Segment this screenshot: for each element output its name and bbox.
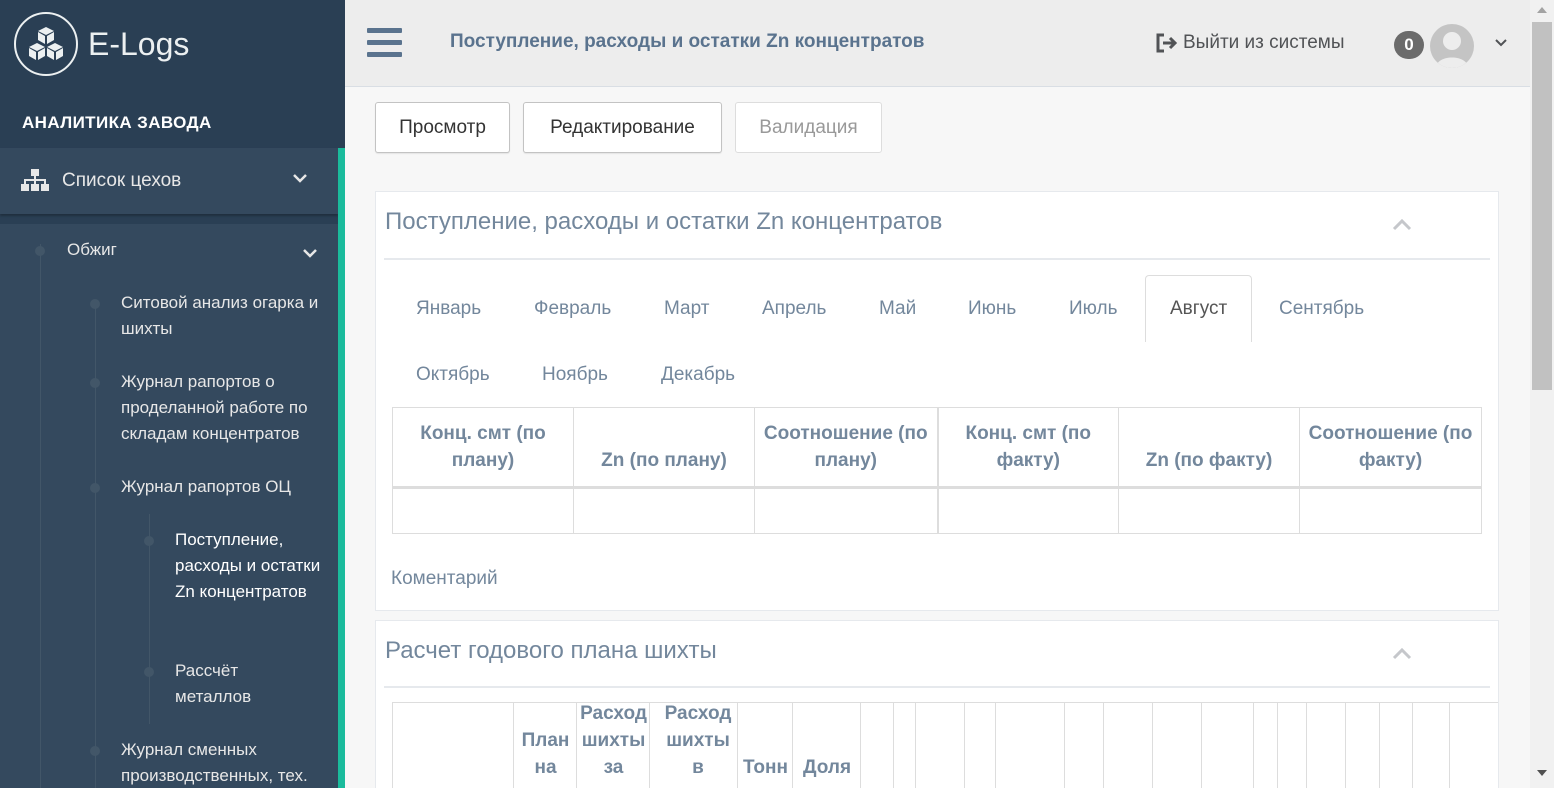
col-zn-fact: Zn (по факту) [1118,407,1300,489]
sitemap-icon [21,169,49,191]
annual-charge-plan-panel: Расчет годового плана шихты План на Расх… [375,620,1499,788]
sidebar-item-zn-concentrates[interactable]: Поступление, расходы и остатки Zn концен… [175,527,325,605]
sidebar-item-warehouse-reports[interactable]: Журнал рапортов о проделанной работе по … [121,369,331,447]
col-ratio-fact: Соотношение (по факту) [1299,407,1482,489]
tab-may[interactable]: Май [879,298,916,320]
menu-toggle-icon[interactable] [367,28,402,57]
tab-november[interactable]: Ноябрь [542,364,608,386]
edit-mode-button[interactable]: Редактирование [523,102,722,153]
chevron-up-icon[interactable] [1392,646,1412,660]
page-title: Поступление, расходы и остатки Zn концен… [450,31,925,52]
sidebar-active-accent [338,148,345,788]
page-scrollbar[interactable] [1530,0,1554,788]
col-conc-plan: Конц. смт (по плану) [392,407,574,489]
col-charge-in: Расход шихты в [664,703,732,778]
tab-august[interactable]: Август [1170,298,1227,320]
chevron-up-icon[interactable] [1392,217,1412,231]
sidebar-item-oc-reports[interactable]: Журнал рапортов ОЦ [121,474,331,500]
notification-badge[interactable]: 0 [1394,31,1424,59]
sidebar-submenu: Обжиг Ситовой анализ огарка и шихты Журн… [0,224,338,788]
col-ratio-plan: Соотношение (по плану) [754,407,939,489]
tab-december[interactable]: Декабрь [661,364,735,386]
tab-october[interactable]: Октябрь [416,364,490,386]
logout-label: Выйти из системы [1183,32,1345,53]
chevron-down-icon [293,174,307,183]
zn-table: Конц. смт (по плану) Zn (по плану) Соотн… [392,407,1482,534]
tab-march[interactable]: Март [664,298,709,320]
sidebar-item-workshops-label: Список цехов [62,170,182,191]
col-plan: План на [521,730,570,778]
tab-july[interactable]: Июль [1069,298,1117,320]
brand[interactable]: E-Logs [0,0,345,88]
sidebar: E-Logs АНАЛИТИКА ЗАВОДА Список цехов Обж… [0,0,345,788]
brand-name: E-Logs [88,25,190,62]
table-row [392,487,1482,534]
sidebar-group-roasting[interactable]: Обжиг [67,237,117,263]
table-cell[interactable] [573,487,755,534]
charge-plan-table: План на Расход шихты за Расход шихты в Т… [392,702,1498,788]
chevron-down-icon [303,249,317,258]
col-conc-fact: Конц. смт (по факту) [937,407,1119,489]
avatar[interactable] [1430,24,1474,68]
table-cell[interactable] [392,487,574,534]
sidebar-item-sieve-analysis[interactable]: Ситовой анализ огарка и шихты [121,290,326,342]
panel-title: Поступление, расходы и остатки Zn концен… [385,208,943,235]
scroll-down-icon[interactable] [1537,770,1547,776]
col-share: Доля [802,757,852,778]
sign-out-icon [1156,33,1178,53]
table-cell[interactable] [937,487,1119,534]
top-nav: Поступление, расходы и остатки Zn концен… [345,0,1530,87]
cubes-icon [14,12,78,76]
sidebar-item-workshops[interactable]: Список цехов [0,148,338,214]
scrollbar-thumb[interactable] [1532,22,1552,390]
scroll-up-icon[interactable] [1537,7,1547,13]
table-cell[interactable] [1118,487,1300,534]
sidebar-section-title: АНАЛИТИКА ЗАВОДА [22,113,212,132]
col-charge-for: Расход шихты за [580,703,647,778]
table-cell[interactable] [1299,487,1482,534]
chevron-down-icon[interactable] [1494,38,1508,48]
tab-february[interactable]: Февраль [534,298,611,320]
logout-button[interactable]: Выйти из системы [1155,32,1345,54]
tab-january[interactable]: Январь [416,298,481,320]
sidebar-item-metal-calc[interactable]: Рассчёт металлов [175,658,305,710]
zn-concentrates-panel: Поступление, расходы и остатки Zn концен… [375,191,1499,611]
tab-june[interactable]: Июнь [968,298,1016,320]
table-cell[interactable] [754,487,939,534]
view-mode-button[interactable]: Просмотр [375,102,510,153]
validate-mode-button[interactable]: Валидация [735,102,882,153]
tab-september[interactable]: Сентябрь [1279,298,1364,320]
tab-april[interactable]: Апрель [762,298,826,320]
col-zn-plan: Zn (по плану) [573,407,755,489]
sidebar-item-shift-reports[interactable]: Журнал сменных производственных, тех. [121,737,331,788]
panel-title: Расчет годового плана шихты [385,637,717,664]
comment-label[interactable]: Коментарий [391,568,498,590]
col-tons: Тонн [743,757,788,778]
